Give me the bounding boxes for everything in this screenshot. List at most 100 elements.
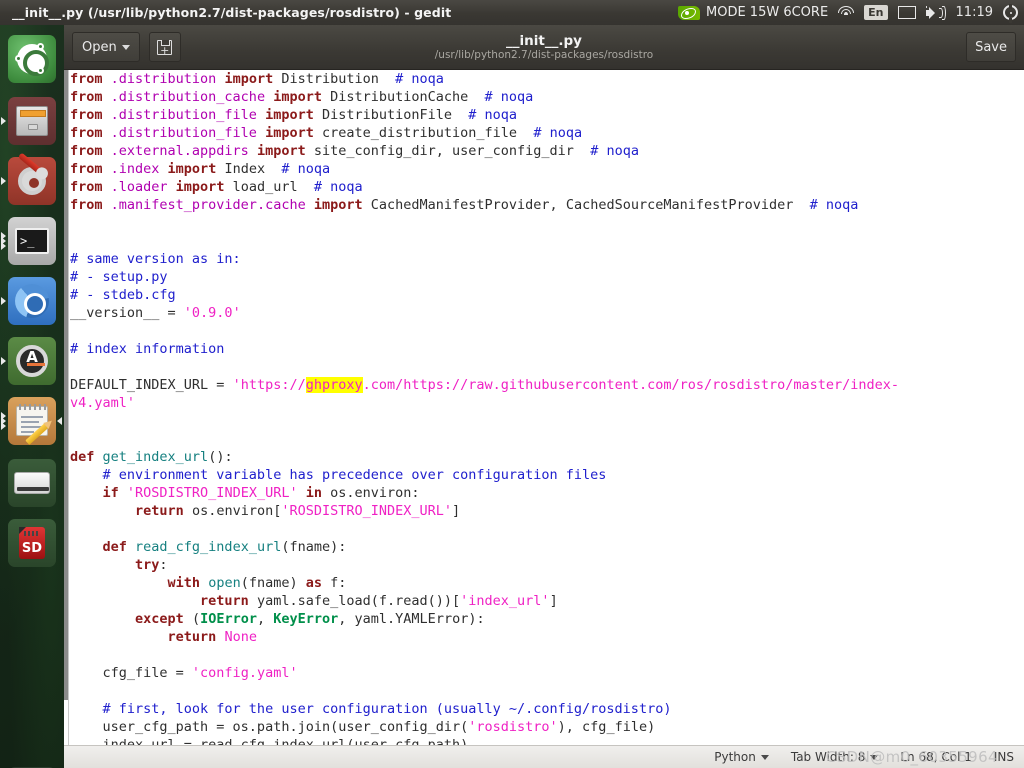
language-selector[interactable]: Python	[714, 750, 769, 764]
editor-area[interactable]: from .distribution import Distribution #…	[64, 70, 1024, 745]
code-token: # environment variable has precedence ov…	[70, 467, 607, 483]
code-token: .com/https://raw.githubusercontent.com/r…	[362, 377, 900, 393]
code-token: import	[248, 143, 314, 159]
source-code-view[interactable]: from .distribution import Distribution #…	[70, 70, 1024, 745]
code-token: ,	[256, 611, 274, 627]
launcher-item-sd-card[interactable]: SD	[8, 519, 56, 567]
code-token: '0.9.0'	[183, 305, 241, 321]
code-token: from	[70, 125, 111, 141]
code-token: user_cfg_path = os.path.join(user_config…	[70, 719, 469, 735]
code-token: index_url = read_cfg_index_url(user_cfg_…	[70, 737, 469, 745]
volume-indicator[interactable]	[925, 5, 946, 20]
code-token: __version__ =	[70, 305, 184, 321]
code-token: ]	[549, 593, 558, 609]
scrollbar-thumb[interactable]	[64, 70, 68, 700]
code-token: Index	[224, 161, 282, 177]
code-token: site_config_dir, user_config_dir	[313, 143, 591, 159]
running-indicator	[1, 177, 6, 185]
code-token: (	[191, 611, 201, 627]
code-token: # noqa	[313, 179, 363, 195]
code-token: open	[208, 575, 241, 591]
code-token: (fname)	[240, 575, 306, 591]
code-token: :	[159, 557, 168, 573]
gedit-headerbar: Open __init__.py /usr/lib/python2.7/dist…	[64, 25, 1024, 70]
code-line: # index information	[70, 340, 1024, 358]
clock-indicator[interactable]: 11:19	[956, 5, 993, 20]
open-button-label: Open	[82, 39, 117, 55]
save-button[interactable]: Save	[966, 32, 1016, 62]
code-token: .index	[110, 161, 160, 177]
disk-drive-icon	[14, 472, 50, 494]
sd-card-icon: SD	[19, 527, 45, 559]
code-token: import	[256, 107, 322, 123]
code-line: # - stdeb.cfg	[70, 286, 1024, 304]
code-token: v4.yaml'	[70, 395, 136, 411]
code-token: # - setup.py	[70, 269, 168, 285]
launcher-item-disk-drive[interactable]	[8, 459, 56, 507]
wifi-icon	[838, 6, 855, 19]
code-line: except (IOError, KeyError, yaml.YAMLErro…	[70, 610, 1024, 628]
code-token: ), cfg_file)	[557, 719, 656, 735]
code-token: CachedManifestProvider, CachedSourceMani…	[370, 197, 810, 213]
code-line: v4.yaml'	[70, 394, 1024, 412]
wifi-indicator[interactable]	[838, 6, 855, 19]
cursor-position: Ln 68, Col 1	[900, 750, 972, 764]
mail-indicator[interactable]	[897, 6, 916, 19]
code-line: def read_cfg_index_url(fname):	[70, 538, 1024, 556]
nvidia-mode-indicator[interactable]: MODE 15W 6CORE	[678, 5, 828, 20]
running-indicator	[1, 412, 6, 430]
code-token: 'ROSDISTRO_INDEX_URL'	[126, 485, 298, 501]
code-line: __version__ = '0.9.0'	[70, 304, 1024, 322]
launcher-item-ubuntu-dash[interactable]	[8, 35, 56, 83]
launcher-item-gedit[interactable]	[1, 397, 62, 445]
code-token: from	[70, 89, 111, 105]
mail-icon	[897, 6, 916, 19]
session-indicator[interactable]	[1003, 4, 1018, 20]
tab-width-selector[interactable]: Tab Width: 8	[791, 750, 879, 764]
code-token: ():	[208, 449, 233, 465]
code-token: from	[70, 71, 111, 87]
code-line: from .distribution_cache import Distribu…	[70, 88, 1024, 106]
code-line: return os.environ['ROSDISTRO_INDEX_URL']	[70, 502, 1024, 520]
focused-indicator	[57, 417, 62, 425]
code-token: # noqa	[281, 161, 331, 177]
code-line: from .distribution import Distribution #…	[70, 70, 1024, 88]
code-token: # noqa	[590, 143, 639, 159]
code-line: DEFAULT_INDEX_URL = 'https://ghproxy.com…	[70, 376, 1024, 394]
chevron-down-icon	[870, 754, 879, 760]
open-button[interactable]: Open	[72, 32, 140, 62]
launcher-item-chromium[interactable]	[1, 277, 56, 325]
insert-mode: INS	[993, 750, 1014, 764]
launcher-item-software-updater[interactable]	[1, 337, 56, 385]
code-token: # - stdeb.cfg	[70, 287, 176, 303]
code-token: ]	[452, 503, 461, 519]
code-token: 'ROSDISTRO_INDEX_URL'	[281, 503, 453, 519]
unity-launcher: >_ SD	[0, 25, 64, 768]
code-token: DEFAULT_INDEX_URL =	[70, 377, 233, 393]
code-token: from	[70, 107, 111, 123]
keyboard-layout-indicator[interactable]: En	[864, 5, 888, 20]
code-line: with open(fname) as f:	[70, 574, 1024, 592]
launcher-item-files[interactable]	[1, 97, 56, 145]
launcher-item-terminal[interactable]: >_	[1, 217, 56, 265]
code-line: # same version as in:	[70, 250, 1024, 268]
code-token: try	[135, 557, 160, 573]
code-token: Distribution	[281, 71, 396, 87]
code-token: import	[265, 89, 331, 105]
save-as-button[interactable]	[148, 32, 181, 62]
code-token: with	[167, 575, 209, 591]
code-token: 'https://	[232, 377, 306, 393]
search-match-highlight: ghproxy	[305, 377, 363, 393]
editor-scrollbar[interactable]	[64, 70, 69, 745]
code-line: # - setup.py	[70, 268, 1024, 286]
code-token: import	[256, 125, 322, 141]
code-line: from .manifest_provider.cache import Cac…	[70, 196, 1024, 214]
code-line: index_url = read_cfg_index_url(user_cfg_…	[70, 736, 1024, 745]
launcher-item-system-settings[interactable]	[1, 152, 56, 205]
gear-icon	[1003, 4, 1018, 20]
code-line: from .distribution_file import create_di…	[70, 124, 1024, 142]
